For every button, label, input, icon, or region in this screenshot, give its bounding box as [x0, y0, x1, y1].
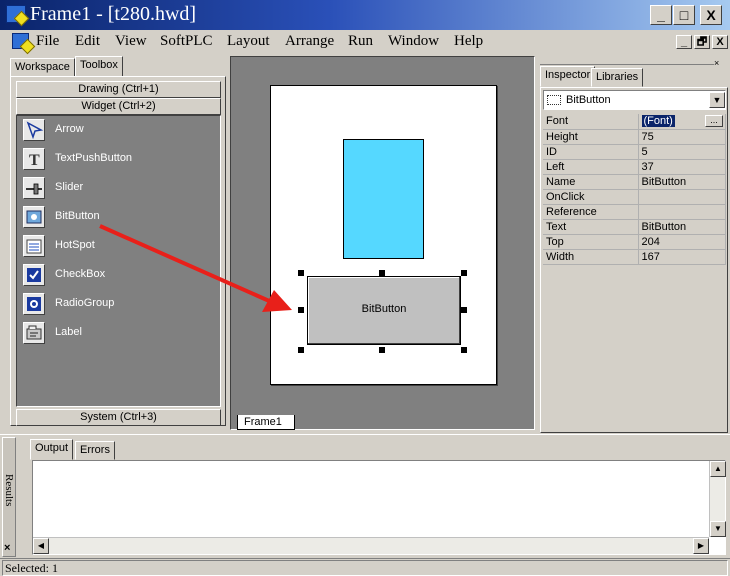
- property-row[interactable]: OnClick: [543, 189, 726, 205]
- grip: [540, 64, 714, 65]
- property-value-font[interactable]: (Font)...: [638, 114, 726, 130]
- property-value[interactable]: 75: [638, 129, 726, 145]
- property-value[interactable]: [638, 189, 726, 205]
- property-row[interactable]: Top 204: [543, 234, 726, 250]
- property-name: Text: [543, 219, 639, 235]
- horizontal-scrollbar[interactable]: ◀ ▶: [33, 537, 709, 554]
- vertical-scrollbar[interactable]: ▲ ▼: [709, 461, 726, 537]
- property-name: Reference: [543, 204, 639, 220]
- property-row[interactable]: ID 5: [543, 144, 726, 160]
- property-name: OnClick: [543, 189, 639, 205]
- property-value[interactable]: 167: [638, 249, 726, 265]
- tab-libraries[interactable]: Libraries: [591, 68, 644, 87]
- property-name: Font: [543, 114, 639, 130]
- bit-button-icon: [547, 95, 561, 105]
- property-name: Top: [543, 234, 639, 250]
- property-value[interactable]: 204: [638, 234, 726, 250]
- scroll-left-icon[interactable]: ◀: [33, 538, 49, 554]
- ellipsis-button[interactable]: ...: [705, 115, 723, 127]
- property-value[interactable]: 5: [638, 144, 726, 160]
- property-name: ID: [543, 144, 639, 160]
- property-row[interactable]: Font (Font)...: [543, 114, 726, 130]
- property-value[interactable]: BitButton: [638, 174, 726, 190]
- inspector-panel: × Inspector Libraries BitButton ▼ Font (F…: [538, 56, 730, 434]
- property-table: Font (Font)... Height 75 ID 5 Left 37 Name Bi…: [543, 114, 726, 265]
- property-name: Height: [543, 129, 639, 145]
- property-row[interactable]: Width 167: [543, 249, 726, 265]
- property-row[interactable]: Name BitButton: [543, 174, 726, 190]
- scroll-up-icon[interactable]: ▲: [710, 461, 726, 477]
- output-area[interactable]: ▲ ▼ ◀ ▶: [32, 460, 726, 555]
- close-icon[interactable]: ×: [4, 542, 10, 554]
- property-value[interactable]: 37: [638, 159, 726, 175]
- tab-errors[interactable]: Errors: [75, 441, 115, 460]
- close-icon[interactable]: ×: [714, 58, 719, 68]
- scroll-right-icon[interactable]: ▶: [693, 538, 709, 554]
- property-value[interactable]: BitButton: [638, 219, 726, 235]
- status-bar: Selected: 1: [0, 558, 730, 576]
- results-panel: Results × Output Errors ▲ ▼ ◀ ▶: [0, 434, 730, 558]
- property-row[interactable]: Text BitButton: [543, 219, 726, 235]
- property-name: Name: [543, 174, 639, 190]
- inspector-body: BitButton ▼ Font (Font)... Height 75 ID 5 L…: [540, 87, 728, 433]
- property-value[interactable]: [638, 204, 726, 220]
- selected-object: BitButton: [566, 94, 611, 106]
- property-grid: Font (Font)... Height 75 ID 5 Left 37 Name Bi…: [543, 114, 726, 265]
- property-row[interactable]: Reference: [543, 204, 726, 220]
- tab-inspector[interactable]: Inspector: [540, 66, 596, 87]
- chevron-down-icon[interactable]: ▼: [709, 92, 725, 108]
- property-row[interactable]: Left 37: [543, 159, 726, 175]
- tab-output[interactable]: Output: [30, 439, 74, 460]
- object-selector[interactable]: BitButton ▼: [543, 90, 726, 110]
- property-row[interactable]: Height 75: [543, 129, 726, 145]
- property-name: Left: [543, 159, 639, 175]
- results-label: Results: [3, 474, 15, 507]
- property-value: (Font): [641, 115, 675, 128]
- status-text: Selected: 1: [2, 560, 728, 576]
- property-name: Width: [543, 249, 639, 265]
- scroll-down-icon[interactable]: ▼: [710, 521, 726, 537]
- results-sidebar: Results ×: [2, 437, 16, 557]
